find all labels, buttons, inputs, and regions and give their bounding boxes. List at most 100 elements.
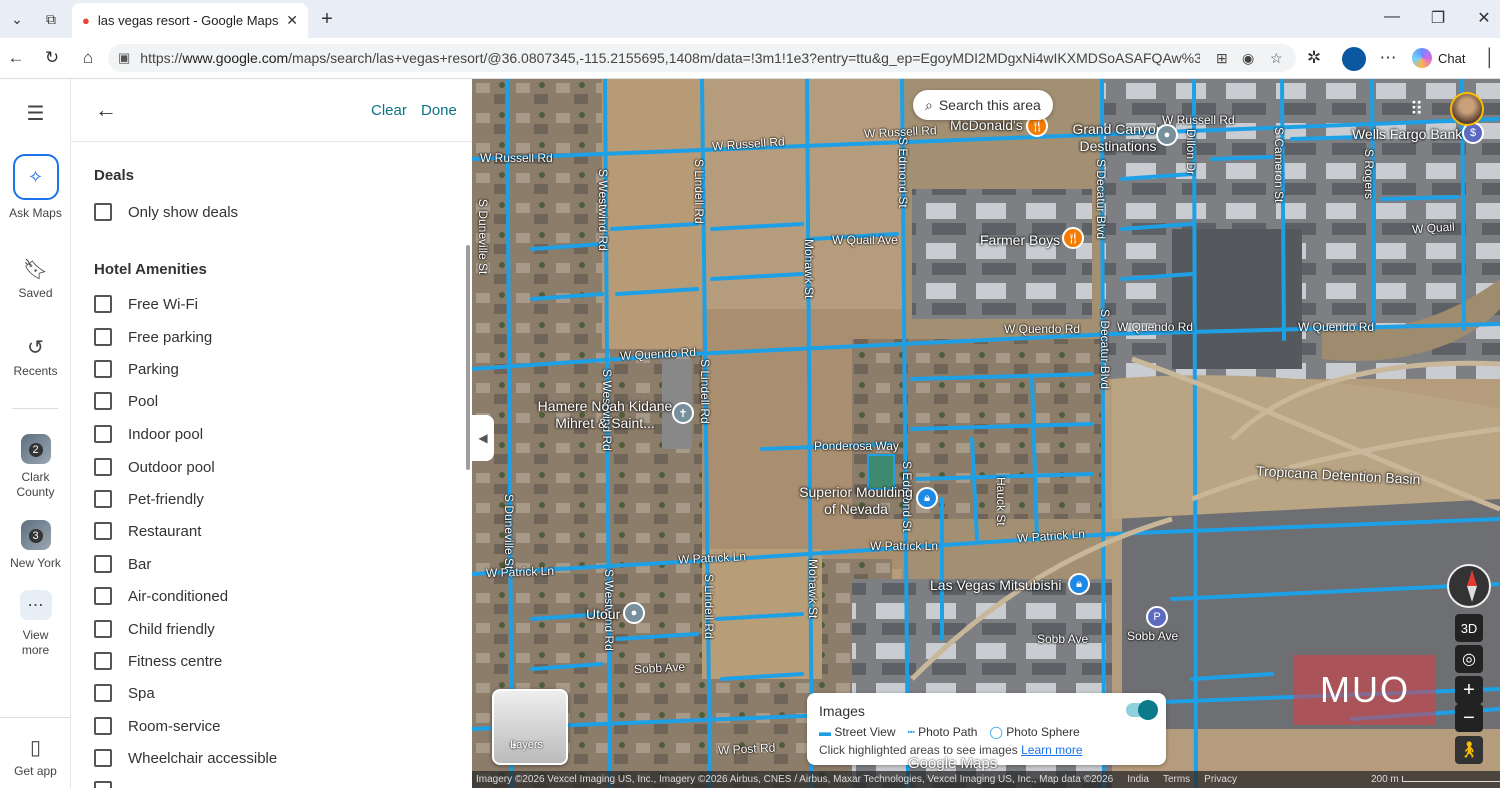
amenity-checkbox[interactable]: Fitness centre: [94, 652, 222, 670]
images-toggle[interactable]: [1126, 700, 1158, 720]
checkbox-box[interactable]: [94, 587, 112, 605]
amenity-checkbox[interactable]: Restaurant: [94, 522, 201, 540]
chevron-left-icon: ◀: [478, 431, 488, 445]
more-options-icon[interactable]: ⋯: [1376, 46, 1400, 70]
amenity-checkbox[interactable]: Outdoor pool: [94, 458, 215, 476]
3d-button[interactable]: 3D: [1455, 614, 1483, 642]
restaurant-pin-icon[interactable]: 🍴︎: [1062, 227, 1084, 249]
rail-ask-maps[interactable]: ✧ Ask Maps: [0, 154, 71, 220]
tab-list-chevron-icon[interactable]: ⌄: [4, 6, 30, 32]
back-arrow-icon[interactable]: ←: [95, 97, 117, 123]
checkbox-box[interactable]: [94, 203, 112, 221]
scale-bar[interactable]: 200 m: [1371, 774, 1500, 785]
checkbox-box[interactable]: [94, 717, 112, 735]
parking-pin-icon[interactable]: P: [1146, 606, 1168, 628]
amenity-checkbox[interactable]: Child friendly: [94, 620, 215, 638]
rail-get-app[interactable]: ▯ Get app: [0, 735, 71, 778]
satellite-map[interactable]: W Russell Rd W Russell Rd W Russell Rd W…: [472, 79, 1500, 788]
done-button[interactable]: Done: [421, 102, 457, 119]
only-show-deals-checkbox[interactable]: Only show deals: [94, 203, 238, 221]
address-bar[interactable]: ▣ https://www.google.com/maps/search/las…: [108, 44, 1296, 72]
menu-button[interactable]: ☰: [0, 101, 71, 130]
amenity-checkbox[interactable]: Air-conditioned: [94, 587, 228, 605]
checkbox-box[interactable]: [94, 749, 112, 767]
place-hamere-noah-kidane[interactable]: Hamere Noah Kidane Mihret & Saint...: [532, 398, 678, 432]
zoom-out-button[interactable]: −: [1455, 704, 1483, 732]
back-icon[interactable]: ←: [4, 46, 28, 70]
panel-scrollbar[interactable]: [466, 245, 470, 470]
rail-recent-clark-county[interactable]: 2 Clark County: [0, 434, 71, 500]
amenity-checkbox[interactable]: Bar: [94, 555, 151, 573]
amenity-checkbox-partial[interactable]: [94, 781, 128, 788]
amenity-checkbox[interactable]: Room-service: [94, 717, 221, 735]
active-tab[interactable]: ● las vegas resort - Google Maps ✕: [72, 3, 308, 38]
amenity-checkbox[interactable]: Parking: [94, 360, 179, 378]
place-farmer-boys[interactable]: Farmer Boys: [980, 232, 1060, 248]
place-wells-fargo-bank[interactable]: Wells Fargo Bank: [1352, 126, 1462, 142]
workspaces-icon[interactable]: ⧉: [38, 6, 64, 32]
split-screen-icon[interactable]: ⊞: [1216, 50, 1228, 67]
amenity-checkbox[interactable]: Pool: [94, 392, 158, 410]
my-location-icon[interactable]: ◎: [1455, 645, 1483, 673]
place-las-vegas-mitsubishi[interactable]: Las Vegas Mitsubishi: [930, 577, 1062, 593]
place-superior-moulding[interactable]: Superior Moulding of Nevada: [794, 484, 918, 518]
checkbox-box[interactable]: [94, 328, 112, 346]
home-icon[interactable]: ⌂: [76, 46, 100, 70]
checkbox-box[interactable]: [94, 392, 112, 410]
reload-icon[interactable]: ↻: [40, 46, 64, 70]
new-tab-button[interactable]: +: [314, 6, 340, 32]
minimize-icon[interactable]: —: [1382, 8, 1402, 26]
copilot-chat-button[interactable]: Chat: [1412, 44, 1465, 72]
amenity-checkbox[interactable]: Pet-friendly: [94, 490, 204, 508]
place-utour[interactable]: Utour: [586, 606, 620, 622]
google-apps-icon[interactable]: ⠿: [1410, 99, 1423, 120]
account-avatar[interactable]: [1450, 92, 1484, 126]
profile-avatar[interactable]: [1342, 47, 1366, 71]
pegman-icon[interactable]: 🚶︎: [1455, 736, 1483, 764]
checkbox-box[interactable]: [94, 425, 112, 443]
compass-icon[interactable]: [1447, 564, 1491, 608]
search-this-area-button[interactable]: ⌕ Search this area: [913, 90, 1053, 120]
rail-saved[interactable]: 🔖︎ Saved: [0, 257, 71, 300]
terms-link[interactable]: Terms: [1163, 774, 1190, 785]
place-pin-icon[interactable]: ●: [623, 602, 645, 624]
clear-button[interactable]: Clear: [371, 102, 407, 119]
country-label[interactable]: India: [1127, 774, 1149, 785]
hamburger-menu-icon: ☰: [26, 103, 45, 125]
checkbox-box[interactable]: [94, 652, 112, 670]
learn-more-link[interactable]: Learn more: [1021, 743, 1082, 757]
checkbox-box[interactable]: [94, 684, 112, 702]
rail-recent-new-york[interactable]: 3 New York: [0, 520, 71, 570]
checkbox-box[interactable]: [94, 458, 112, 476]
amenity-checkbox[interactable]: Free Wi-Fi: [94, 295, 198, 313]
maximize-icon[interactable]: ❐: [1428, 8, 1448, 28]
privacy-link[interactable]: Privacy: [1204, 774, 1237, 785]
checkbox-box[interactable]: [94, 781, 112, 788]
extensions-icon[interactable]: ✲: [1302, 46, 1326, 70]
shopping-pin-icon[interactable]: 🔒︎: [1068, 573, 1090, 595]
church-pin-icon[interactable]: ✝: [672, 402, 694, 424]
tracking-icon[interactable]: ◉: [1242, 50, 1254, 67]
favorite-star-icon[interactable]: ☆: [1270, 50, 1283, 67]
checkbox-box[interactable]: [94, 555, 112, 573]
close-window-icon[interactable]: ✕: [1474, 8, 1494, 28]
place-pin-icon[interactable]: ●: [1156, 124, 1178, 146]
rail-view-more[interactable]: ⋯ View more: [0, 590, 71, 658]
checkbox-box[interactable]: [94, 295, 112, 313]
amenity-checkbox[interactable]: Indoor pool: [94, 425, 203, 443]
rail-recents[interactable]: ↺ Recents: [0, 335, 71, 378]
amenity-checkbox[interactable]: Spa: [94, 684, 155, 702]
checkbox-box[interactable]: [94, 620, 112, 638]
amenity-checkbox[interactable]: Free parking: [94, 328, 212, 346]
shopping-pin-icon[interactable]: 🔒︎: [916, 487, 938, 509]
checkbox-box[interactable]: [94, 522, 112, 540]
checkbox-label: Restaurant: [128, 522, 202, 540]
close-tab-icon[interactable]: ✕: [286, 12, 298, 29]
checkbox-box[interactable]: [94, 360, 112, 378]
zoom-in-button[interactable]: +: [1455, 676, 1483, 704]
site-info-icon[interactable]: ▣: [118, 50, 130, 66]
amenity-checkbox[interactable]: Wheelchair accessible: [94, 749, 277, 767]
collapse-panel-button[interactable]: ◀: [472, 415, 494, 461]
layers-button[interactable]: ◈ Layers: [492, 689, 568, 765]
checkbox-box[interactable]: [94, 490, 112, 508]
